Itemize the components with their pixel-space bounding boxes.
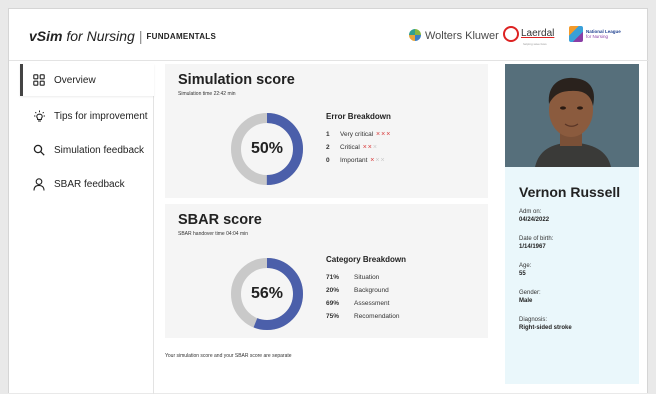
score-note: Your simulation score and your SBAR scor…	[165, 353, 292, 359]
category-row-recommendation: 75% Recomendation	[326, 313, 400, 320]
nln-logo: National League for Nursing	[569, 25, 621, 43]
simulation-time: Simulation time 22:42 min	[178, 91, 236, 97]
gender-value: Male	[519, 298, 533, 304]
wolters-kluwer-icon	[409, 29, 421, 41]
error-row-important: 0 Important ×××	[326, 157, 385, 164]
admission-date: 04/24/2022	[519, 217, 550, 223]
admission-label: Adm on:	[519, 209, 542, 215]
gender-label: Gender:	[519, 290, 541, 296]
nln-icon	[569, 25, 583, 42]
wolters-kluwer-logo: Wolters Kluwer	[409, 29, 499, 42]
dob-label: Date of birth:	[519, 236, 554, 242]
error-marks: ×××	[362, 144, 377, 151]
category-breakdown-title: Category Breakdown	[326, 255, 407, 264]
person-icon	[32, 177, 46, 191]
sidebar-item-sbar-feedback[interactable]: SBAR feedback	[20, 168, 154, 200]
sidebar-item-overview[interactable]: Overview	[20, 64, 154, 96]
sidebar-item-tips[interactable]: Tips for improvement	[20, 100, 154, 132]
category-row-background: 20% Background	[326, 287, 389, 294]
error-breakdown-title: Error Breakdown	[326, 112, 391, 121]
sidebar-item-label: Tips for improvement	[54, 110, 148, 122]
error-marks: ×××	[376, 131, 391, 138]
error-row-critical: 2 Critical ×××	[326, 144, 377, 151]
error-row-very-critical: 1 Very critical ×××	[326, 131, 391, 138]
sidebar-nav: Overview Tips for improvement Simulation…	[20, 64, 154, 394]
sbar-time: SBAR handover time 04:04 min	[178, 231, 249, 237]
sidebar-item-label: Overview	[54, 74, 96, 86]
patient-photo	[505, 64, 639, 167]
sbar-score-card: SBAR score SBAR handover time 04:04 min …	[165, 204, 488, 338]
error-marks: ×××	[370, 157, 385, 164]
category-row-situation: 71% Situation	[326, 274, 380, 281]
vsim-logo: vSim for Nursing | FUNDAMENTALS	[29, 28, 217, 44]
sidebar-item-simulation-feedback[interactable]: Simulation feedback	[20, 134, 154, 166]
age-label: Age:	[519, 263, 532, 269]
laerdal-logo: Laerdal helping save lives	[503, 25, 554, 46]
category-row-assessment: 69% Assessment	[326, 300, 390, 307]
diagnosis-value: Right-sided stroke	[519, 325, 572, 331]
sbar-score-value: 56%	[250, 285, 284, 302]
simulation-score-value: 50%	[250, 140, 284, 157]
simulation-score-title: Simulation score	[178, 72, 295, 88]
dob-value: 1/14/1967	[519, 244, 546, 250]
patient-panel: Vernon Russell Adm on: 04/24/2022 Date o…	[505, 64, 639, 384]
sbar-score-title: SBAR score	[178, 212, 262, 228]
app-window: vSim for Nursing | FUNDAMENTALS Wolters Kl…	[8, 8, 649, 394]
search-icon	[32, 143, 46, 157]
age-value: 55	[519, 271, 526, 277]
sidebar-item-label: Simulation feedback	[54, 144, 145, 156]
simulation-score-card: Simulation score Simulation time 22:42 m…	[165, 64, 488, 198]
sbar-score-donut: 56%	[229, 256, 305, 332]
sidebar-item-label: SBAR feedback	[54, 178, 125, 190]
header-bar: vSim for Nursing | FUNDAMENTALS Wolters Kl…	[9, 9, 649, 61]
simulation-score-donut: 50%	[229, 111, 305, 187]
lightbulb-icon	[32, 109, 46, 123]
patient-name: Vernon Russell	[519, 184, 621, 200]
grid-icon	[32, 73, 46, 87]
laerdal-icon	[503, 25, 519, 42]
diagnosis-label: Diagnosis:	[519, 317, 548, 323]
